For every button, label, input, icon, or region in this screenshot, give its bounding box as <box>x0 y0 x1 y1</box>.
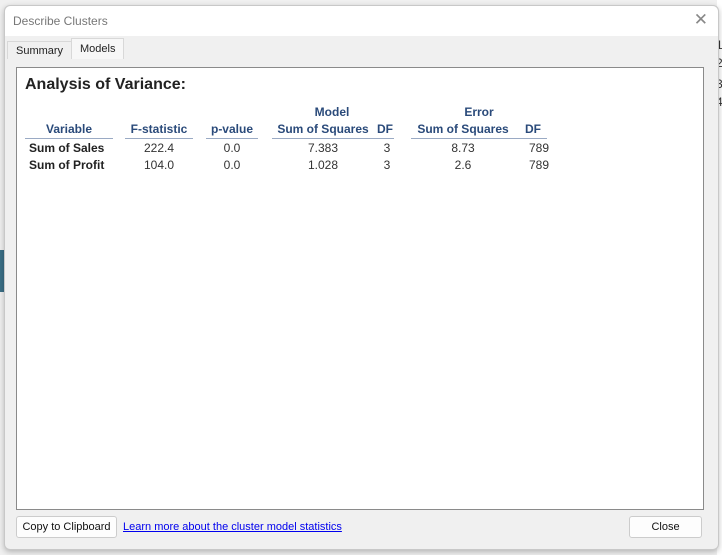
row-error-ss: 8.73 <box>451 141 475 155</box>
error-group-header: Error <box>464 105 494 119</box>
header-underline <box>272 138 394 139</box>
row-error-ss: 2.6 <box>454 158 472 172</box>
copy-to-clipboard-button[interactable]: Copy to Clipboard <box>16 516 117 538</box>
describe-clusters-dialog: Describe Clusters ✕ Summary Models Analy… <box>4 5 719 550</box>
tab-models[interactable]: Models <box>71 38 125 59</box>
row-p-value: 0.0 <box>223 158 241 172</box>
column-header-variable: Variable <box>45 122 93 136</box>
row-error-df: 789 <box>528 158 549 172</box>
header-underline <box>411 138 547 139</box>
close-icon[interactable]: ✕ <box>694 10 708 30</box>
models-panel: Analysis of Variance: Model Error Variab… <box>16 67 704 510</box>
learn-more-link[interactable]: Learn more about the cluster model stati… <box>123 521 342 533</box>
column-header-model-ss: Sum of Squares <box>277 122 369 136</box>
row-error-df: 789 <box>528 141 549 155</box>
row-model-ss: 1.028 <box>307 158 339 172</box>
row-f-statistic: 104.0 <box>143 158 175 172</box>
header-underline <box>206 138 258 139</box>
header-underline <box>25 138 113 139</box>
row-variable: Sum of Profit <box>29 158 105 172</box>
row-model-df: 3 <box>383 141 391 155</box>
column-header-f-statistic: F-statistic <box>130 122 188 136</box>
model-group-header: Model <box>314 105 350 119</box>
row-p-value: 0.0 <box>223 141 241 155</box>
row-f-statistic: 222.4 <box>143 141 175 155</box>
dialog-title: Describe Clusters <box>13 14 108 28</box>
title-bar: Describe Clusters ✕ <box>5 6 718 36</box>
row-variable: Sum of Sales <box>29 141 105 155</box>
row-model-df: 3 <box>383 158 391 172</box>
column-header-model-df: DF <box>377 122 393 136</box>
header-underline <box>125 138 193 139</box>
tab-summary[interactable]: Summary <box>7 41 73 59</box>
column-header-p-value: p-value <box>210 122 253 136</box>
close-button[interactable]: Close <box>629 516 702 538</box>
row-model-ss: 7.383 <box>307 141 339 155</box>
anova-heading: Analysis of Variance: <box>25 76 186 93</box>
column-header-error-ss: Sum of Squares <box>417 122 509 136</box>
column-header-error-df: DF <box>525 122 541 136</box>
